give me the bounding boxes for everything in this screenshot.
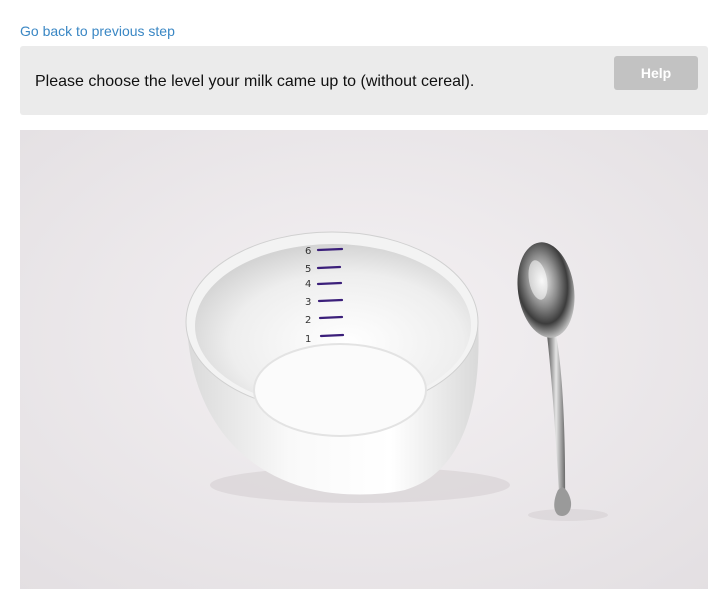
- level-label-3: 3: [305, 297, 311, 308]
- level-label-5: 5: [305, 264, 311, 275]
- level-label-6: 6: [305, 246, 311, 257]
- go-back-link[interactable]: Go back to previous step: [20, 23, 175, 39]
- question-panel: Please choose the level your milk came u…: [20, 46, 708, 115]
- level-mark-5: [316, 265, 342, 270]
- level-mark-6: [316, 247, 344, 252]
- bowl-photo-illustration: 6 5 4 3 2 1: [20, 130, 708, 589]
- level-mark-1: [319, 333, 345, 338]
- question-prompt: Please choose the level your milk came u…: [35, 73, 475, 90]
- page: Go back to previous step Please choose t…: [0, 0, 728, 614]
- level-mark-2: [318, 315, 344, 320]
- level-mark-3: [317, 298, 344, 303]
- level-label-4: 4: [305, 279, 311, 290]
- level-mark-4: [316, 281, 343, 286]
- level-label-1: 1: [305, 334, 311, 345]
- help-button[interactable]: Help: [614, 56, 698, 90]
- level-label-2: 2: [305, 315, 311, 326]
- milk-level-photo[interactable]: 6 5 4 3 2 1: [20, 130, 708, 589]
